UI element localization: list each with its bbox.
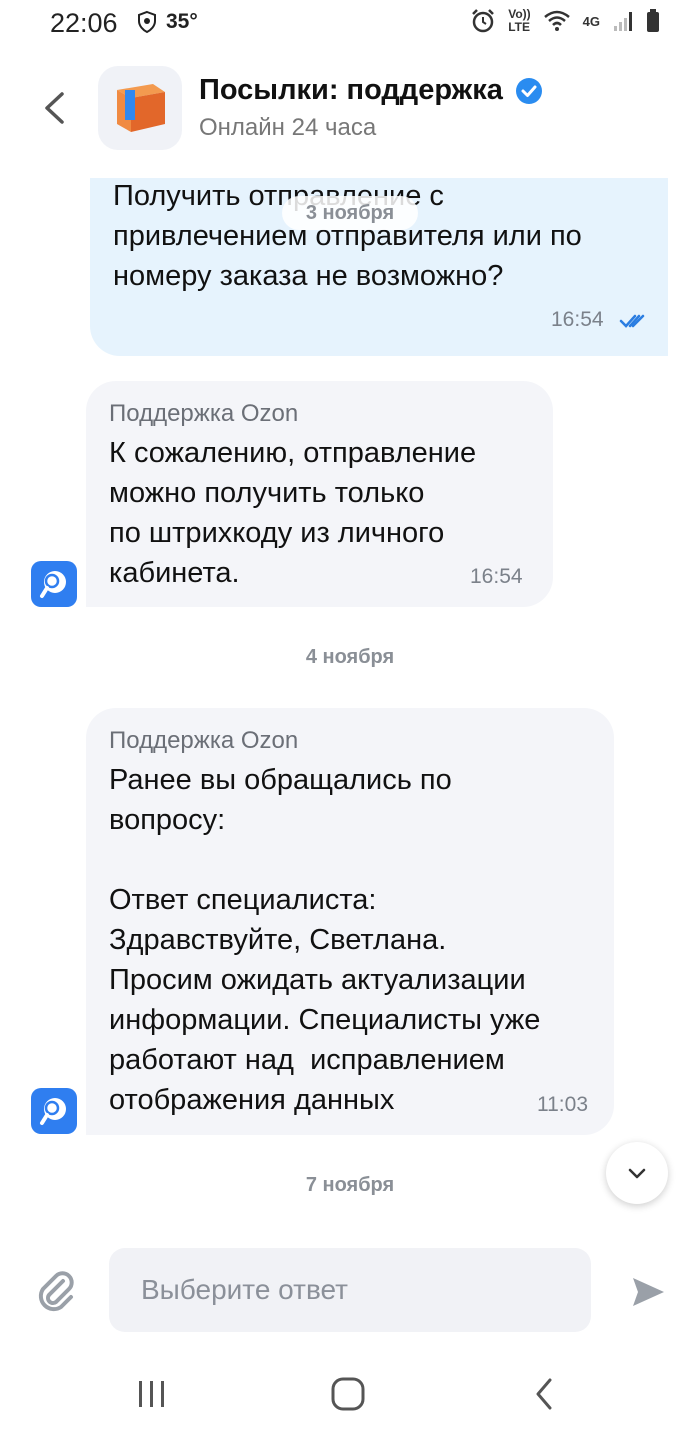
date-separator: 3 ноября	[282, 196, 418, 230]
chat-avatar[interactable]	[98, 66, 182, 150]
scroll-down-button[interactable]	[606, 1142, 668, 1204]
shield-icon	[138, 10, 156, 34]
wifi-icon	[543, 10, 570, 31]
read-ticks-icon	[619, 314, 645, 328]
network-volte: Vo)) LTE	[508, 7, 531, 34]
nav-back-button[interactable]	[514, 1370, 574, 1418]
signal-icon	[614, 12, 632, 31]
package-icon	[117, 84, 165, 132]
message-time: 16:54	[551, 308, 604, 331]
reply-placeholder: Выберите ответ	[141, 1274, 348, 1305]
paperclip-icon	[38, 1271, 74, 1312]
chat-status: Онлайн 24 часа	[199, 114, 377, 141]
back-button[interactable]	[30, 84, 78, 132]
attach-button[interactable]	[33, 1266, 81, 1318]
send-icon	[633, 1278, 664, 1306]
send-button[interactable]	[624, 1268, 672, 1316]
outgoing-message-text: Получить отправление с привлечением отпр…	[113, 180, 582, 292]
chat-bubble-icon	[40, 571, 66, 598]
ozon-support-avatar[interactable]	[31, 561, 77, 607]
temperature: 35°	[166, 10, 198, 33]
status-time: 22:06	[50, 8, 118, 38]
status-right-icons: Vo)) LTE 4G	[470, 8, 660, 34]
date-separator: 7 ноября	[305, 1174, 395, 1196]
message-time: 11:03	[537, 1093, 588, 1116]
alarm-icon	[472, 9, 495, 33]
network-4g: 4G	[582, 13, 600, 29]
ozon-support-avatar[interactable]	[31, 1088, 77, 1134]
chevron-down-icon	[628, 1168, 646, 1179]
message-sender: Поддержка Ozon	[109, 727, 299, 754]
chat-title: Посылки: поддержка	[199, 74, 543, 107]
reply-input[interactable]: Выберите ответ	[109, 1248, 591, 1332]
chat-bubble-icon	[40, 1098, 66, 1125]
incoming-message-text: Ранее вы обращались по вопросу: Ответ сп…	[109, 764, 541, 1116]
message-sender: Поддержка Ozon	[109, 400, 299, 427]
home-icon	[331, 1377, 365, 1411]
status-left-icons: 35°	[136, 10, 198, 34]
chevron-left-icon	[536, 1378, 552, 1410]
date-separator: 4 ноября	[305, 646, 395, 668]
nav-home-button[interactable]	[318, 1370, 378, 1418]
chevron-left-icon	[45, 92, 64, 124]
message-time: 16:54	[470, 565, 523, 588]
verified-badge-icon	[515, 77, 542, 104]
nav-recents-button[interactable]	[122, 1370, 182, 1418]
recents-icon	[139, 1381, 164, 1407]
battery-icon	[647, 9, 659, 32]
